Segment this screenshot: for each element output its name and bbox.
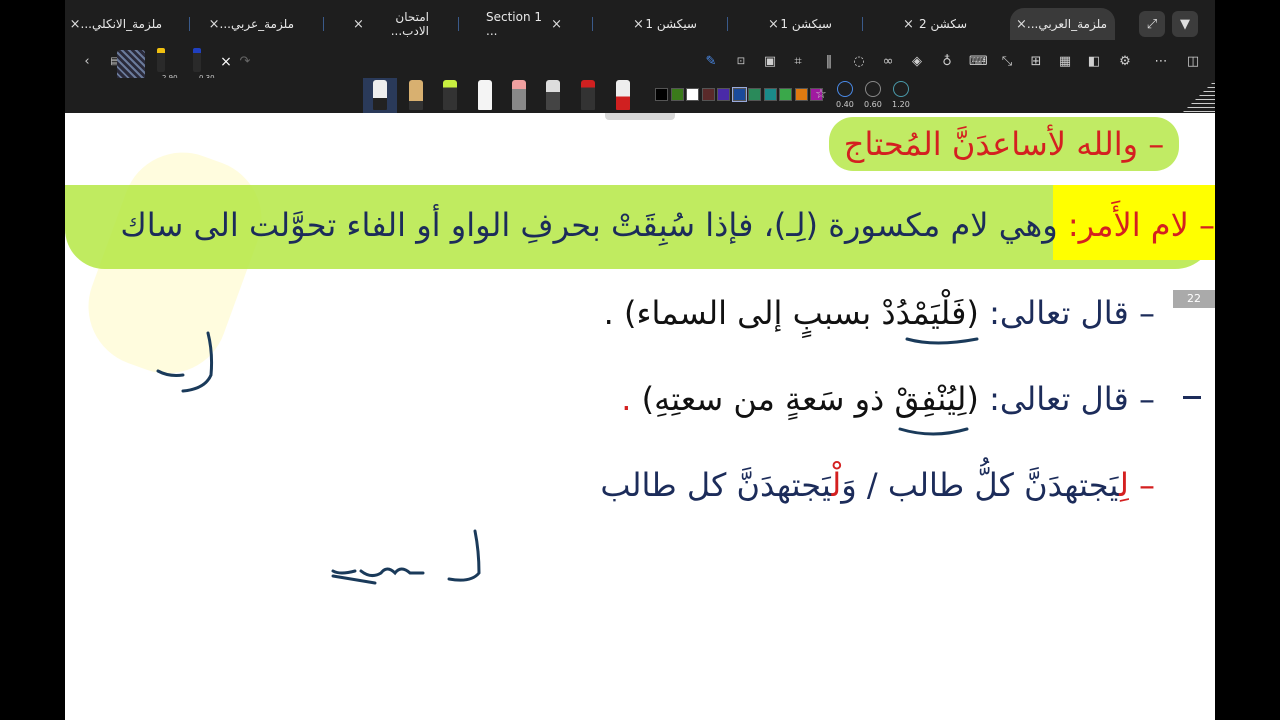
ink-stroke-word: [331, 529, 481, 585]
stroke-size-medium[interactable]: [865, 81, 881, 97]
tab-label: امتحان الادب...: [390, 10, 429, 38]
layers-icon[interactable]: ◈: [909, 54, 925, 70]
app-window: ملزمة_الانكلي... × ملزمة_عربي... × امتحا…: [65, 0, 1215, 720]
close-icon[interactable]: ×: [768, 17, 779, 32]
close-icon[interactable]: ×: [551, 17, 562, 32]
ruler-pen-icon[interactable]: [616, 80, 630, 110]
tab-separator: [323, 17, 324, 31]
pencil-icon[interactable]: [409, 80, 423, 110]
document-page[interactable]: – والله لأساعدَنَّ المُحتاج – لام الأَمر…: [65, 113, 1215, 720]
pen-blue[interactable]: [193, 48, 201, 72]
tab-2[interactable]: ملزمة_عربي... ×: [209, 8, 302, 40]
color-swatch[interactable]: [763, 88, 777, 101]
tab-3[interactable]: امتحان الادب... ×: [345, 8, 437, 40]
close-icon[interactable]: ×: [1016, 17, 1027, 32]
image-icon[interactable]: ▣: [762, 54, 778, 70]
red-pen-icon[interactable]: [581, 80, 595, 110]
tab-separator: [727, 17, 728, 31]
close-icon[interactable]: ×: [903, 17, 914, 32]
expand-icon[interactable]: ⤢: [1139, 11, 1165, 37]
tab-4[interactable]: Section 1 ... ×: [478, 8, 570, 40]
color-swatch[interactable]: [731, 87, 747, 102]
toolbar-pens: ☆ 0.40 0.60 1.20: [65, 78, 1215, 113]
resize-icon[interactable]: ⤡: [999, 54, 1015, 70]
sidebar-icon[interactable]: ◫: [1185, 54, 1201, 70]
color-swatch[interactable]: [655, 88, 668, 101]
white-marker-icon[interactable]: [478, 80, 492, 110]
comment-icon[interactable]: ◌: [851, 54, 867, 70]
tab-label: سيكشن 1: [645, 17, 697, 31]
settings-icon[interactable]: ⚙: [1117, 54, 1133, 70]
chevron-down-icon[interactable]: ▼: [1172, 11, 1198, 37]
tab-6[interactable]: سيكشن 1 ×: [760, 8, 840, 40]
tab-7[interactable]: سكشن 2 ×: [895, 8, 975, 40]
keyboard-icon[interactable]: ⌨: [969, 54, 988, 70]
tab-separator: [592, 17, 593, 31]
tab-bar: ملزمة_الانكلي... × ملزمة_عربي... × امتحا…: [65, 0, 1215, 46]
close-icon[interactable]: ×: [218, 54, 234, 70]
tab-label: ملزمة_العربي...: [1026, 17, 1107, 31]
tab-5[interactable]: سيكشن 1 ×: [625, 8, 705, 40]
color-swatch[interactable]: [686, 88, 699, 101]
handwriting-ink: [156, 331, 979, 585]
highlighter-icon[interactable]: [443, 80, 457, 110]
pen-yellow[interactable]: [157, 48, 165, 72]
stroke-size-large[interactable]: [893, 81, 909, 97]
close-icon[interactable]: ×: [209, 17, 220, 32]
stroke-size-label: 0.40: [836, 100, 854, 109]
stroke-size-small[interactable]: [837, 81, 853, 97]
ink-stroke-lam: [156, 331, 214, 393]
close-icon[interactable]: ×: [70, 17, 81, 32]
crop-icon[interactable]: ⌗: [790, 54, 806, 70]
eraser-icon[interactable]: [512, 80, 526, 110]
toolbar-main: ‹ ▤ 2.90 0.30 × ↷ ✎ ⊡ ▣ ⌗ ‖ ◌ ∞ ◈ ♁ ⌨ ⤡ …: [65, 46, 1215, 82]
color-swatch[interactable]: [670, 88, 684, 101]
tab-label: ملزمة_عربي...: [219, 17, 294, 31]
text-box-icon[interactable]: ⊡: [733, 54, 749, 70]
stroke-size-label: 1.20: [892, 100, 910, 109]
chevron-left-icon[interactable]: ‹: [79, 54, 95, 70]
tab-separator: [458, 17, 459, 31]
color-swatch[interactable]: [701, 88, 715, 101]
ruler-icon[interactable]: ‖: [821, 54, 837, 70]
tab-label: سكشن 2: [919, 17, 967, 31]
color-swatch[interactable]: [794, 88, 808, 101]
tab-8-active[interactable]: ملزمة_العربي... ×: [1010, 8, 1115, 40]
stripe-corner-icon: [1183, 80, 1215, 112]
add-page-icon[interactable]: ⊞: [1028, 54, 1044, 70]
tab-label: سيكشن 1: [780, 17, 832, 31]
microphone-icon[interactable]: ♁: [939, 54, 955, 70]
stroke-size-label: 0.60: [864, 100, 882, 109]
tab-1[interactable]: ملزمة_الانكلي... ×: [70, 8, 170, 40]
more-icon[interactable]: ⋯: [1153, 54, 1169, 70]
split-view-icon[interactable]: ◧: [1086, 54, 1102, 70]
ink-underline-1: [905, 337, 979, 345]
star-icon[interactable]: ☆: [813, 87, 829, 103]
color-swatch[interactable]: [717, 88, 730, 101]
link-icon[interactable]: ∞: [880, 54, 896, 70]
close-icon[interactable]: ×: [353, 17, 364, 32]
close-icon[interactable]: ×: [633, 17, 644, 32]
grid-icon[interactable]: ▦: [1057, 54, 1073, 70]
tab-separator: [862, 17, 863, 31]
color-swatch[interactable]: [748, 88, 761, 101]
ink-underline-2: [898, 427, 969, 436]
tab-separator: [189, 17, 190, 31]
fountain-pen-icon[interactable]: [373, 80, 387, 110]
brush-icon[interactable]: [546, 80, 560, 110]
color-swatch[interactable]: [779, 88, 792, 101]
redo-icon[interactable]: ↷: [237, 54, 253, 70]
tab-label: ملزمة_الانكلي...: [80, 17, 162, 31]
pen-tool-icon[interactable]: ✎: [703, 54, 719, 70]
tab-label: Section 1 ...: [486, 10, 543, 38]
